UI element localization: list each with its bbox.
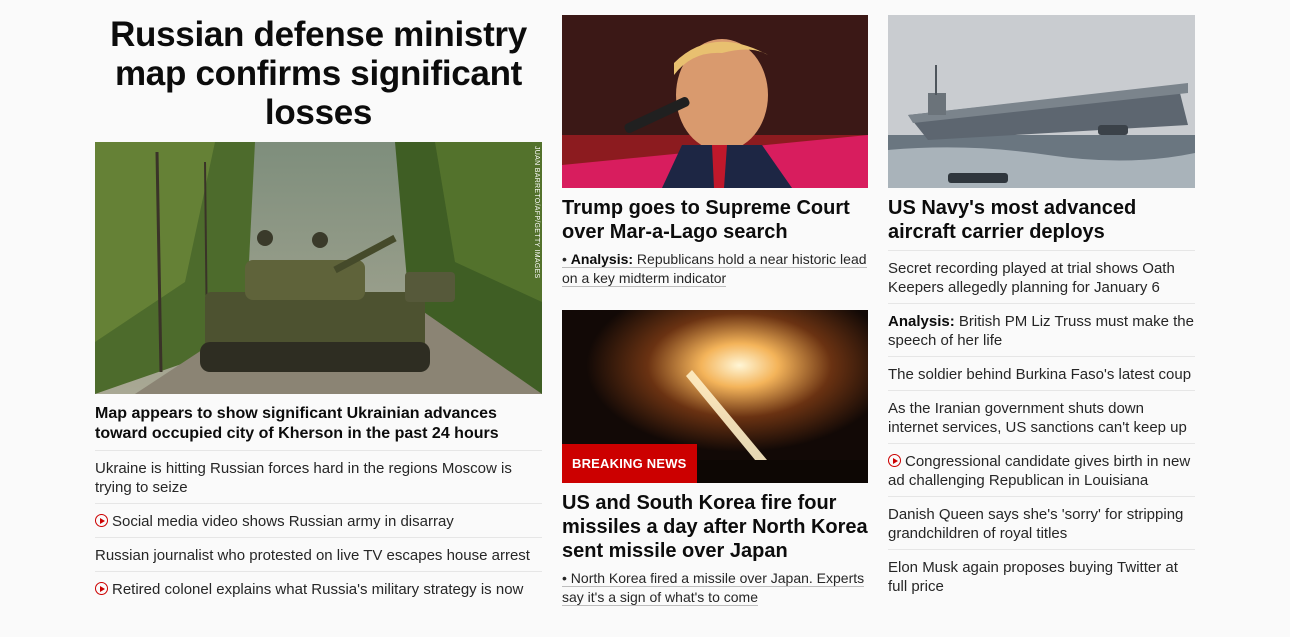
missile-headline[interactable]: US and South Korea fire four missiles a … bbox=[562, 491, 868, 563]
list-item-text: Elon Musk again proposes buying Twitter … bbox=[888, 559, 1178, 595]
list-item-text: Ukraine is hitting Russian forces hard i… bbox=[95, 460, 512, 496]
list-item-text: Secret recording played at trial shows O… bbox=[888, 260, 1175, 296]
play-icon bbox=[888, 454, 901, 467]
list-item[interactable]: The soldier behind Burkina Faso's latest… bbox=[888, 356, 1195, 390]
list-item-text: As the Iranian government shuts down int… bbox=[888, 400, 1187, 436]
list-item[interactable]: Analysis: British PM Liz Truss must make… bbox=[888, 303, 1195, 356]
bullet: • bbox=[562, 251, 571, 267]
carrier-photo-image bbox=[888, 15, 1195, 188]
photo-credit: JUAN BARRETO/AFP/GETTY IMAGES bbox=[533, 146, 540, 279]
list-item[interactable]: As the Iranian government shuts down int… bbox=[888, 390, 1195, 443]
list-item-text: Danish Queen says she's 'sorry' for stri… bbox=[888, 506, 1184, 542]
list-item[interactable]: Secret recording played at trial shows O… bbox=[888, 250, 1195, 303]
tank-photo[interactable]: JUAN BARRETO/AFP/GETTY IMAGES bbox=[95, 142, 542, 394]
missile-sub[interactable]: • North Korea fired a missile over Japan… bbox=[562, 569, 868, 607]
list-item[interactable]: Retired colonel explains what Russia's m… bbox=[95, 571, 542, 605]
list-item[interactable]: Danish Queen says she's 'sorry' for stri… bbox=[888, 496, 1195, 549]
breaking-news-badge: BREAKING NEWS bbox=[562, 444, 697, 483]
missile-sub-text: • North Korea fired a missile over Japan… bbox=[562, 570, 865, 606]
trump-photo-image bbox=[562, 15, 868, 188]
list-item-text: The soldier behind Burkina Faso's latest… bbox=[888, 366, 1192, 383]
lead-title[interactable]: Russian defense ministry map confirms si… bbox=[95, 15, 542, 132]
list-item-text: Social media video shows Russian army in… bbox=[112, 513, 454, 530]
right-list: Secret recording played at trial shows O… bbox=[888, 250, 1195, 602]
carrier-headline[interactable]: US Navy's most advanced aircraft carrier… bbox=[888, 196, 1195, 244]
analysis-label: Analysis: bbox=[888, 313, 955, 330]
trump-sub[interactable]: • Analysis: Republicans hold a near hist… bbox=[562, 250, 868, 288]
play-icon bbox=[95, 514, 108, 527]
tank-photo-image bbox=[95, 142, 542, 394]
list-item[interactable]: Social media video shows Russian army in… bbox=[95, 503, 542, 537]
list-item-text: Russian journalist who protested on live… bbox=[95, 547, 530, 564]
list-item[interactable]: Elon Musk again proposes buying Twitter … bbox=[888, 549, 1195, 602]
right-column: US Navy's most advanced aircraft carrier… bbox=[888, 15, 1195, 602]
analysis-label: Analysis: bbox=[570, 251, 634, 267]
list-item-text: Retired colonel explains what Russia's m… bbox=[112, 581, 524, 598]
list-item[interactable]: Russian journalist who protested on live… bbox=[95, 537, 542, 571]
lead-column: Russian defense ministry map confirms si… bbox=[95, 15, 542, 605]
trump-photo[interactable] bbox=[562, 15, 868, 188]
trump-headline[interactable]: Trump goes to Supreme Court over Mar-a-L… bbox=[562, 196, 868, 244]
list-item[interactable]: Congressional candidate gives birth in n… bbox=[888, 443, 1195, 496]
list-item[interactable]: Ukraine is hitting Russian forces hard i… bbox=[95, 450, 542, 503]
related-list: Ukraine is hitting Russian forces hard i… bbox=[95, 450, 542, 605]
missile-photo[interactable]: BREAKING NEWS bbox=[562, 310, 868, 483]
middle-column: Trump goes to Supreme Court over Mar-a-L… bbox=[562, 15, 868, 607]
carrier-photo[interactable] bbox=[888, 15, 1195, 188]
list-item-text: Congressional candidate gives birth in n… bbox=[888, 453, 1191, 489]
play-icon bbox=[95, 582, 108, 595]
lead-headline[interactable]: Map appears to show significant Ukrainia… bbox=[95, 404, 542, 444]
